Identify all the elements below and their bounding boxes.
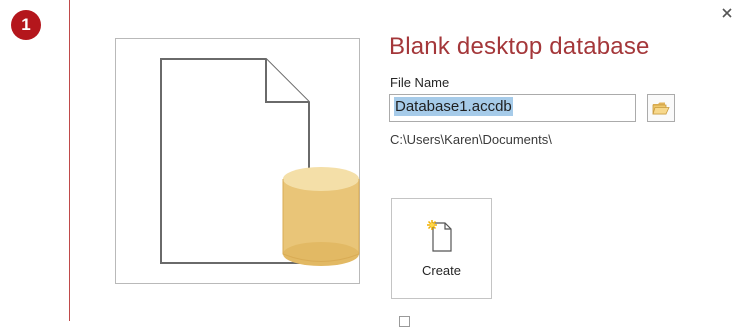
save-location-path: C:\Users\Karen\Documents\ [390, 132, 552, 147]
create-label: Create [421, 263, 462, 278]
create-button[interactable]: Create [391, 198, 492, 299]
blank-database-icon [160, 58, 360, 266]
blank-database-preview [115, 38, 360, 284]
close-icon[interactable] [718, 4, 736, 22]
vertical-divider [69, 0, 70, 321]
folder-icon [652, 102, 670, 114]
checkbox[interactable] [399, 316, 410, 327]
new-document-icon [427, 220, 452, 252]
browse-folder-button[interactable] [647, 94, 675, 122]
dialog-title: Blank desktop database [389, 33, 650, 60]
step-number-badge: 1 [11, 10, 41, 40]
file-name-value: Database1.accdb [394, 97, 513, 116]
step-number: 1 [21, 15, 31, 34]
file-name-label: File Name [390, 75, 450, 90]
file-name-input[interactable]: Database1.accdb [389, 94, 636, 122]
